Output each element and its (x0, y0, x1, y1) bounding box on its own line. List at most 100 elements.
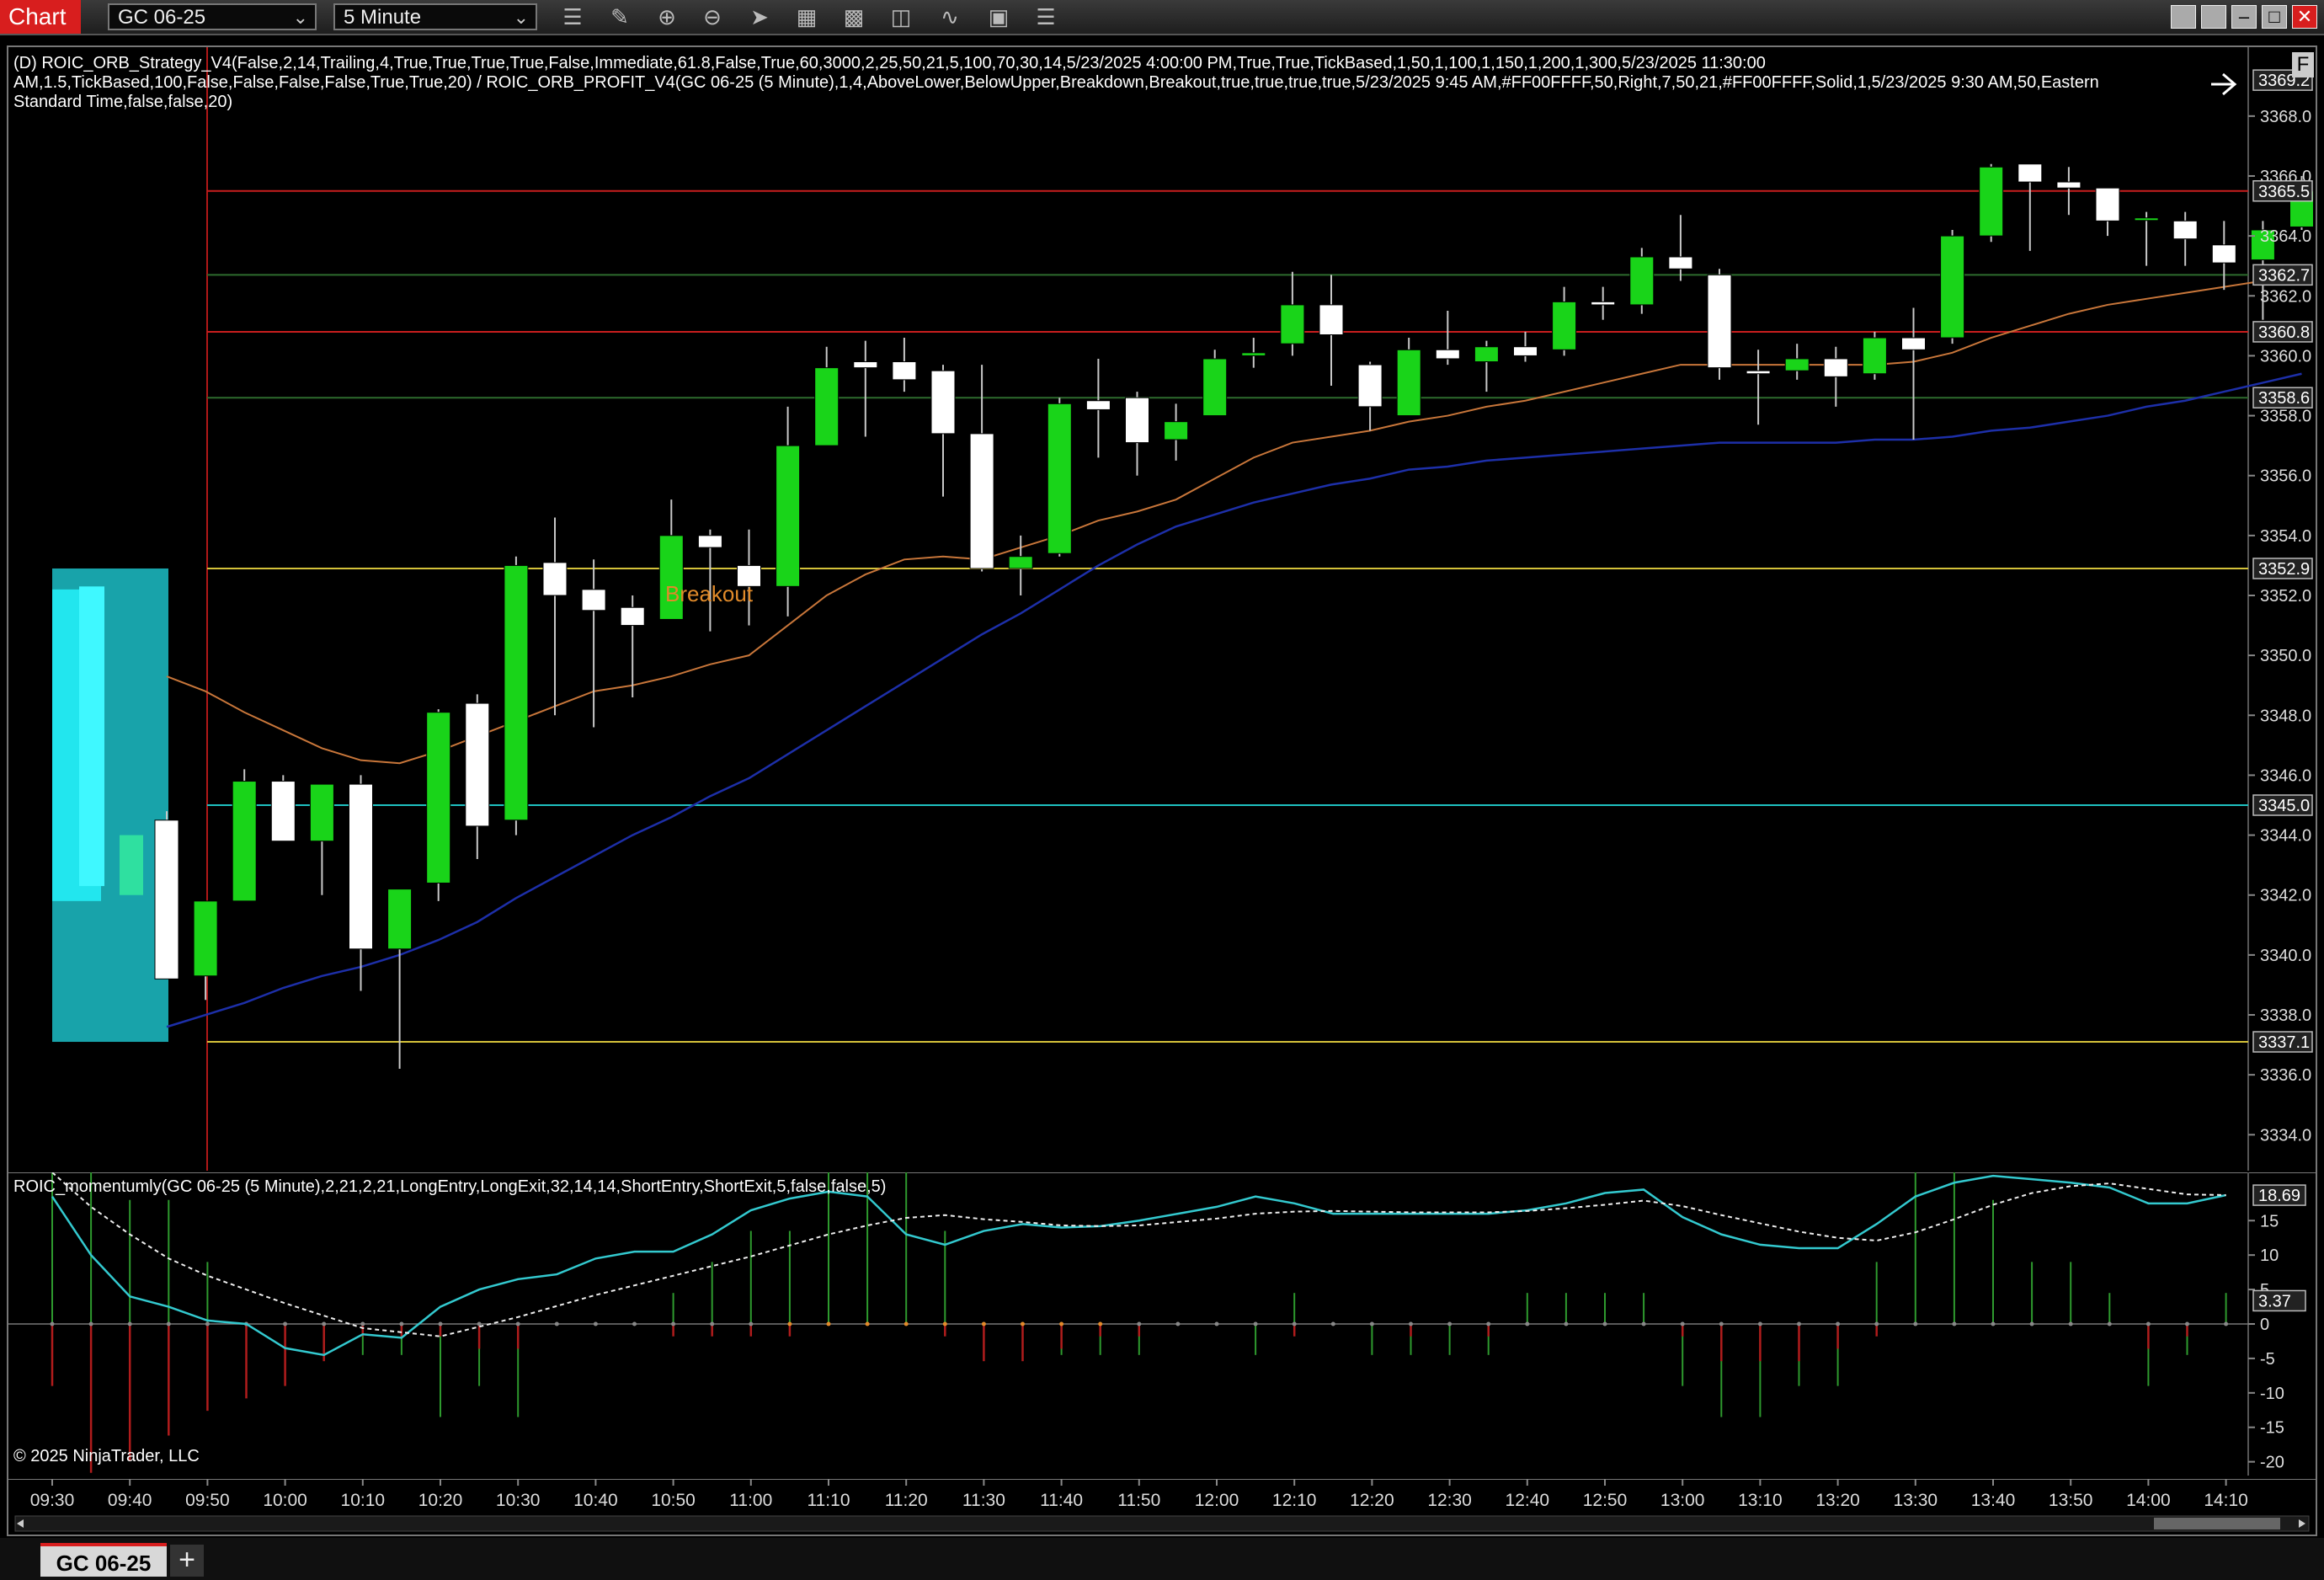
tile-button[interactable] (2201, 5, 2226, 29)
momentum-dot (1330, 1321, 1335, 1326)
chart-panel[interactable]: Breakout 3368.0 3366.0 3364.0 3362.0 3360.0 33… (7, 45, 2317, 1536)
candle-body (1435, 349, 1460, 360)
time-tick-label: 13:50 (2049, 1491, 2093, 1510)
momentum-dot (632, 1321, 637, 1326)
momentum-dot (942, 1321, 947, 1326)
momentum-dot (1409, 1321, 1413, 1326)
candle-body (387, 889, 413, 950)
candle-body (504, 564, 529, 821)
price-tick-label: 3354.0 (2260, 527, 2311, 546)
candle-body (2018, 163, 2043, 183)
momentum-dot (749, 1321, 754, 1326)
momentum-dot (2107, 1321, 2112, 1326)
candle-body (465, 702, 490, 827)
price-marker-label: 3362.7 (2258, 266, 2310, 285)
momentum-dot (205, 1321, 210, 1326)
momentum-dot (322, 1321, 327, 1326)
instrument-selector[interactable]: GC 06-25 ⌄ (108, 3, 317, 30)
time-tick-label: 13:20 (1815, 1491, 1860, 1510)
candle-body (1474, 346, 1499, 363)
pointer-icon[interactable]: ➤ (746, 3, 773, 30)
price-tick-label: 3348.0 (2260, 707, 2311, 725)
momentum-dot (671, 1321, 676, 1326)
price-tick-label: 3356.0 (2260, 467, 2311, 486)
momentum-marker-label: 3.37 (2258, 1292, 2291, 1310)
momentum-dot (1719, 1321, 1724, 1326)
list-icon[interactable]: ☰ (1032, 3, 1059, 30)
momentum-dot (1292, 1321, 1297, 1326)
price-marker-label: 3358.6 (2258, 389, 2310, 408)
f-button[interactable]: F (2292, 52, 2314, 77)
time-tick-label: 09:50 (185, 1491, 230, 1510)
candle-body (1396, 349, 1421, 417)
momentum-dot (1447, 1321, 1452, 1326)
candle-body (1164, 421, 1189, 440)
momentum-label: ROIC_momentumly(GC 06-25 (5 Minute),2,21… (13, 1177, 887, 1196)
close-button[interactable]: ✕ (2292, 5, 2317, 29)
momentum-dot (360, 1321, 365, 1326)
price-tick-label: 3364.0 (2260, 227, 2311, 246)
time-tick-label: 14:00 (2126, 1491, 2171, 1510)
momentum-dot (1913, 1321, 1918, 1326)
title-bar: Chart GC 06-25 ⌄ 5 Minute ⌄ ☰ ✎ ⊕ ⊖ ➤ ▦ … (0, 0, 2324, 35)
price-marker-label: 3365.5 (2258, 183, 2310, 201)
time-tick-label: 09:40 (108, 1491, 152, 1510)
drawing-pencil-icon[interactable]: ✎ (606, 3, 633, 30)
momentum-dot (1874, 1321, 1879, 1326)
momentum-dot (1797, 1321, 1801, 1326)
zoom-in-icon[interactable]: ⊕ (653, 3, 680, 30)
candle-body (270, 781, 296, 842)
time-tick-label: 10:30 (496, 1491, 541, 1510)
candle-body (1746, 370, 1771, 375)
candle-body (1591, 301, 1616, 306)
momentum-tick-label: -5 (2260, 1350, 2275, 1369)
maximize-button[interactable]: □ (2262, 5, 2287, 29)
indicators-icon[interactable]: ◫ (887, 3, 914, 30)
momentum-dot (710, 1321, 715, 1326)
momentum-panel[interactable]: 151050-5-10-15-2018.693.37 (8, 1172, 2316, 1476)
momentum-dot (1137, 1321, 1142, 1326)
candle-body (426, 712, 451, 883)
breakout-label: Breakout (665, 581, 754, 606)
strategy-label-3: Standard Time,false,false,20) (13, 93, 233, 111)
momentum-dot (1253, 1321, 1258, 1326)
time-tick-label: 13:10 (1738, 1491, 1783, 1510)
properties-icon[interactable]: ▩ (840, 3, 867, 30)
tab-gc-06-25[interactable]: GC 06-25 (40, 1543, 167, 1577)
strategies-icon[interactable]: ∿ (936, 3, 963, 30)
candle-body (1862, 337, 1887, 375)
candle-body (309, 783, 334, 842)
zoom-out-icon[interactable]: ⊖ (699, 3, 726, 30)
copyright-label: © 2025 NinjaTrader, LLC (13, 1447, 200, 1465)
candle-body (1357, 364, 1383, 408)
candle-body (154, 819, 179, 979)
momentum-dot (2145, 1321, 2151, 1326)
strategy-label-1: (D) ROIC_ORB_Strategy_V4(False,2,14,Trai… (13, 54, 1766, 72)
interval-value: 5 Minute (344, 6, 422, 29)
momentum-tick-label: 10 (2260, 1246, 2279, 1265)
momentum-dot (2224, 1321, 2229, 1326)
time-tick-label: 13:40 (1971, 1491, 2016, 1510)
minimize-button[interactable]: – (2231, 5, 2257, 29)
data-box-icon[interactable]: ▦ (793, 3, 820, 30)
momentum-dot (1602, 1321, 1607, 1326)
momentum-dot (1021, 1321, 1025, 1326)
price-marker: 3362.7 (2252, 264, 2313, 286)
add-tab-button[interactable]: + (170, 1545, 204, 1577)
time-tick-label: 11:00 (729, 1491, 772, 1510)
price-panel[interactable]: Breakout3368.03366.03364.03362.03360.033… (8, 47, 2316, 1171)
time-tick-label: 11:40 (1040, 1491, 1083, 1510)
time-tick-label: 09:30 (30, 1491, 75, 1510)
time-tick-label: 12:50 (1583, 1491, 1628, 1510)
time-tick-label: 13:00 (1660, 1491, 1705, 1510)
momentum-dot (438, 1321, 443, 1326)
app-title: Chart (0, 0, 81, 34)
restore-button[interactable] (2171, 5, 2196, 29)
price-marker: 3337.1 (2252, 1031, 2313, 1053)
candle-body (1280, 304, 1305, 344)
interval-selector[interactable]: 5 Minute ⌄ (333, 3, 537, 30)
chart-trader-icon[interactable]: ▣ (985, 3, 1012, 30)
momentum-dot (981, 1321, 986, 1326)
bars-type-icon[interactable]: ☰ (559, 3, 586, 30)
price-marker: 3345.0 (2252, 794, 2313, 816)
